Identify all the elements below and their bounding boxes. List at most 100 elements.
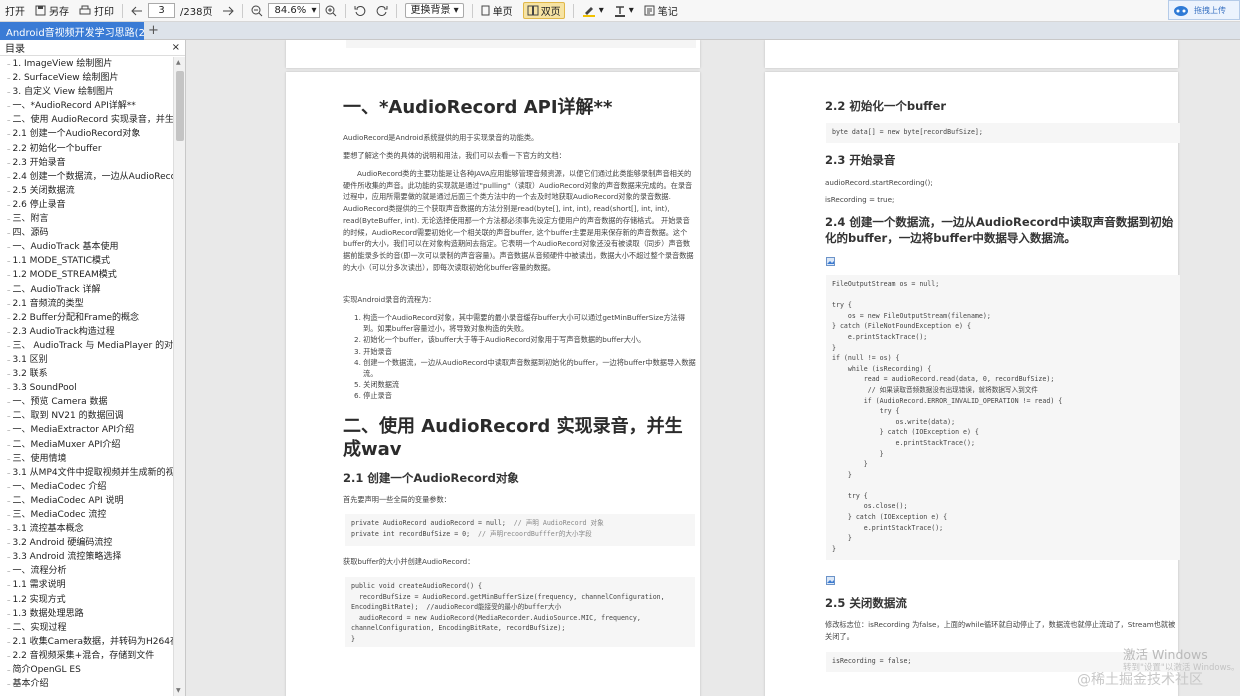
chevron-down-icon: ▾	[598, 5, 604, 16]
toc-item[interactable]: – 一、*AudioRecord API详解**	[0, 99, 173, 113]
step-number: 1.	[354, 313, 364, 322]
toc-item[interactable]: –3. 自定义 View 绘制图片	[0, 85, 173, 99]
toc-item[interactable]: –2.6 停止录音	[0, 198, 173, 212]
toc-item[interactable]: –2.2 音视频采集+混合，存储到文件	[0, 649, 173, 663]
toc-item[interactable]: – 一、MediaCodec 介绍	[0, 480, 173, 494]
double-page-button[interactable]: 双页	[518, 0, 570, 22]
page-number-input[interactable]: 3	[148, 3, 175, 18]
previous-page-right	[765, 40, 1178, 68]
zoom-out-icon	[251, 5, 263, 16]
toc-scrollbar[interactable]: ▲ ▼	[173, 57, 185, 696]
zoom-out-button[interactable]	[246, 0, 268, 22]
arrow-right-icon	[223, 6, 235, 15]
toc-item[interactable]: – 三、 AudioTrack 与 MediaPlayer 的对比	[0, 339, 173, 353]
toc-item[interactable]: –2.1 创建一个AudioRecord对象	[0, 127, 173, 141]
close-icon[interactable]: ×	[172, 42, 180, 53]
heading-section-two: 二、使用 AudioRecord 实现录音，并生成wav	[343, 416, 683, 460]
toc-item-label: 2.6 停止录音	[12, 199, 66, 210]
toc-item[interactable]: – 三、附言	[0, 212, 173, 226]
divider	[122, 3, 123, 18]
scroll-down-icon[interactable]: ▼	[176, 687, 181, 694]
scroll-thumb[interactable]	[176, 71, 184, 141]
paragraph: AudioRecord类的主要功能是让各种JAVA应用能够管理音频资源，以便它们…	[343, 169, 694, 272]
note-button[interactable]: 笔记	[639, 0, 683, 22]
toc-item[interactable]: – 一、MediaExtractor API介绍	[0, 423, 173, 437]
upload-widget[interactable]: 拖拽上传	[1168, 0, 1240, 20]
toc-item[interactable]: –2.3 开始录音	[0, 156, 173, 170]
toc-item[interactable]: –2.1 音频流的类型	[0, 297, 173, 311]
toc-item-label: 三、MediaCodec 流控	[12, 510, 107, 520]
toc-item[interactable]: – 二、MediaCodec API 说明	[0, 494, 173, 508]
toc-item[interactable]: – 二、AudioTrack 详解	[0, 283, 173, 297]
toc-item[interactable]: –二、使用 AudioRecord 实现录音，并生成wav	[0, 113, 173, 127]
highlight-button[interactable]: ▾	[577, 0, 609, 22]
toc-bullet: –	[7, 130, 11, 139]
toc-item[interactable]: –3.1 流控基本概念	[0, 522, 173, 536]
toc-item[interactable]: –2.5 关闭数据流	[0, 184, 173, 198]
toc-bullet: –	[7, 511, 11, 519]
toc-item[interactable]: –3.3 SoundPool	[0, 381, 173, 395]
toc-bullet: –	[7, 609, 11, 618]
toc-bullet: –	[7, 327, 11, 336]
toc-item[interactable]: –3.2 Android 硬编码流控	[0, 536, 173, 550]
prev-page-button[interactable]	[126, 0, 148, 22]
chevron-down-icon: ▾	[453, 5, 459, 16]
toc-item[interactable]: –2.3 AudioTrack构造过程	[0, 325, 173, 339]
toc-item[interactable]: – 一、预览 Camera 数据	[0, 395, 173, 409]
new-tab-button[interactable]: +	[148, 23, 159, 38]
step-item: 2. 初始化一个buffer，该buffer大于等于AudioRecord对象用…	[354, 334, 697, 345]
heading-2-4: 2.4 创建一个数据流，一边从AudioRecord中读取声音数据到初始化的bu…	[825, 215, 1174, 245]
toc-item[interactable]: –1.1 MODE_STATIC模式	[0, 254, 173, 268]
toc-item-label: 2.3 开始录音	[12, 157, 66, 168]
print-button[interactable]: 打印	[74, 0, 119, 22]
toc-item[interactable]: – 二、MediaMuxer API介绍	[0, 438, 173, 452]
toc-item[interactable]: – 一、流程分析	[0, 564, 173, 578]
toc-item[interactable]: – 二、取到 NV21 的数据回调	[0, 409, 173, 423]
rotate-left-button[interactable]	[349, 0, 371, 22]
toc-item[interactable]: – 四、源码	[0, 226, 173, 240]
toc-item[interactable]: –2.2 Buffer分配和Frame的概念	[0, 311, 173, 325]
toc-item-label: 2.2 初始化一个buffer	[12, 143, 102, 154]
toc-item[interactable]: –1.3 数据处理思路	[0, 607, 173, 621]
toc-bullet: –	[7, 440, 11, 449]
document-tab[interactable]: Android音视频开发学习思路(2)×	[0, 22, 144, 40]
document-view[interactable]: 一、*AudioRecord API详解** AudioRecord是Andro…	[187, 40, 1240, 696]
toc-item[interactable]: – 基本介绍	[0, 677, 173, 691]
scroll-up-icon[interactable]: ▲	[176, 59, 181, 66]
toc-item[interactable]: –3.3 Android 流控策略选择	[0, 550, 173, 564]
background-dropdown[interactable]: 更换背景 ▾	[400, 0, 468, 22]
toc-item-label: 2.1 收集Camera数据，并转码为H264存储到文件	[12, 636, 174, 647]
toc-item[interactable]: –3.1 从MP4文件中提取视频并生成新的视频文件	[0, 466, 173, 480]
heading-2-3: 2.3 开始录音	[825, 153, 896, 167]
toc-item[interactable]: –1. ImageView 绘制图片	[0, 57, 173, 71]
zoom-in-icon	[325, 5, 337, 16]
zoom-in-button[interactable]	[320, 0, 342, 22]
toc-item[interactable]: –2.1 收集Camera数据，并转码为H264存储到文件	[0, 635, 173, 649]
toc-item[interactable]: – 二、实现过程	[0, 621, 173, 635]
rotate-right-button[interactable]	[371, 0, 393, 22]
toc-item[interactable]: – 三、使用情境	[0, 452, 173, 466]
toc-item[interactable]: – 三、MediaCodec 流控	[0, 508, 173, 522]
toc-item[interactable]: –2. SurfaceView 绘制图片	[0, 71, 173, 85]
next-page-button[interactable]	[217, 0, 239, 22]
single-page-button[interactable]: 单页	[476, 0, 518, 22]
toc-item[interactable]: – 简介OpenGL ES	[0, 663, 173, 677]
toc-bullet: –	[7, 454, 11, 463]
toc-item[interactable]: – 一、AudioTrack 基本使用	[0, 240, 173, 254]
toc-item[interactable]: –3.2 联系	[0, 367, 173, 381]
toc-item[interactable]: –2.2 初始化一个buffer	[0, 142, 173, 156]
toc-bullet: –	[7, 186, 11, 195]
save-as-button[interactable]: 另存	[30, 0, 74, 22]
toc-item[interactable]: –1.2 实现方式	[0, 593, 173, 607]
toc-item[interactable]: –1.1 需求说明	[0, 578, 173, 592]
toc-bullet: –	[7, 158, 11, 167]
step-item: 4. 创建一个数据流，一边从AudioRecord中读取声音数据到初始化的buf…	[354, 357, 697, 379]
zoom-select[interactable]: 84.6% ▾	[268, 3, 321, 18]
toc-item[interactable]: –1.2 MODE_STREAM模式	[0, 268, 173, 282]
toc-item[interactable]: –2.4 创建一个数据流，一边从AudioRecord中	[0, 170, 173, 184]
text-color-button[interactable]: ▾	[609, 0, 639, 22]
background-label: 更换背景	[410, 5, 451, 16]
toc-bullet: –	[7, 539, 11, 548]
open-button[interactable]: 打开	[0, 0, 30, 22]
toc-item[interactable]: –3.1 区别	[0, 353, 173, 367]
